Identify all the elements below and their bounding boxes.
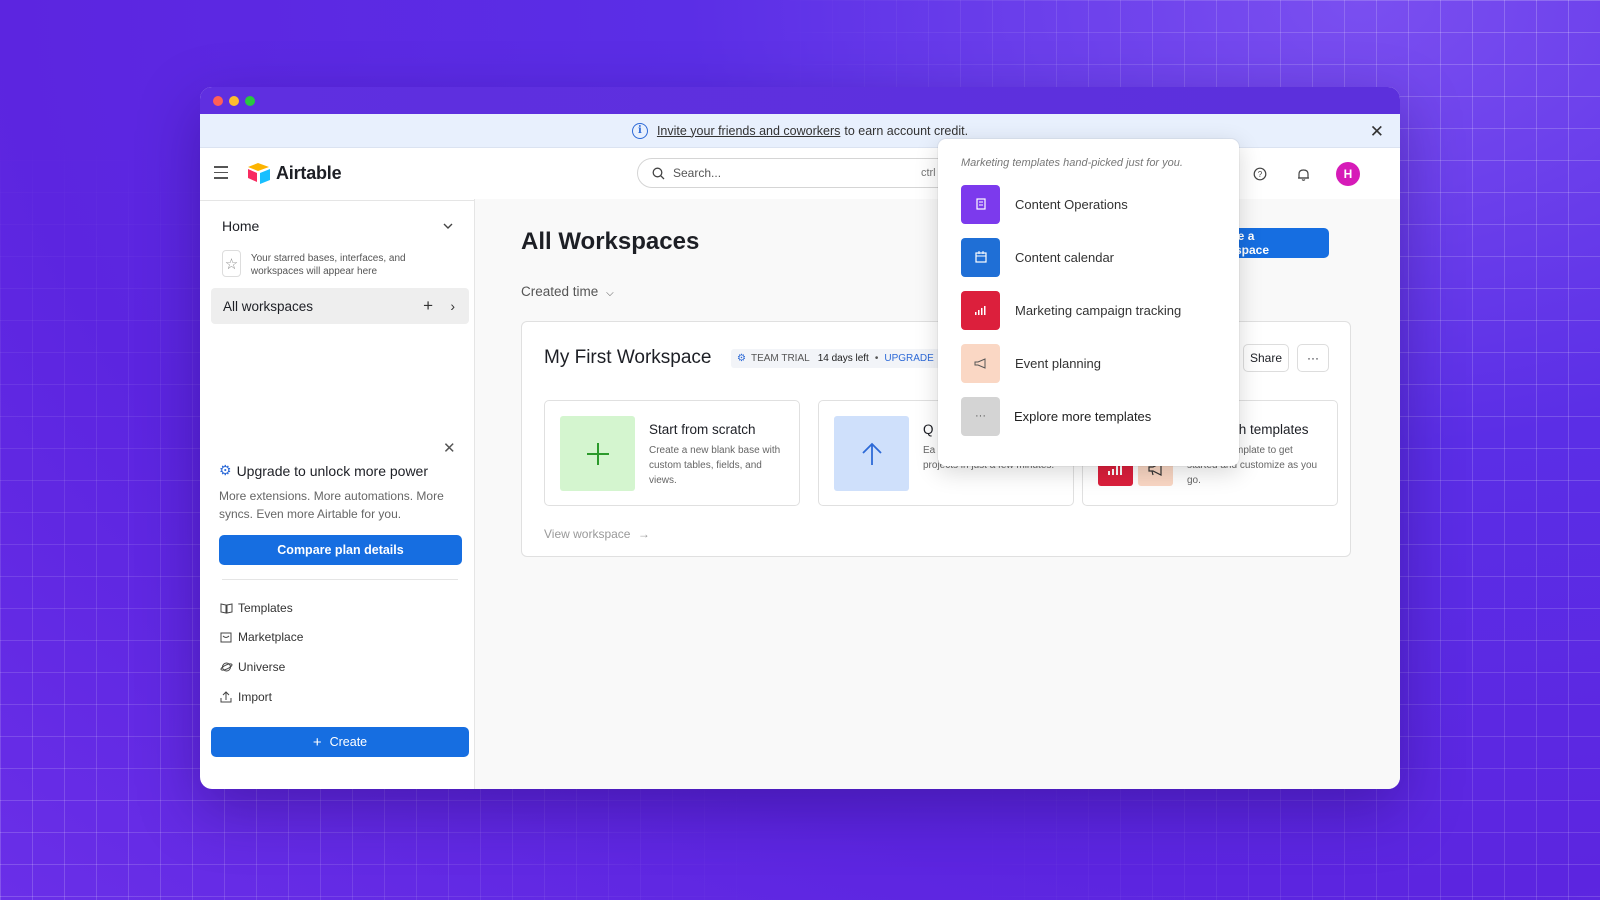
upgrade-title-text: Upgrade to unlock more power bbox=[236, 462, 428, 479]
document-icon bbox=[961, 184, 1000, 224]
sidebar-item-import[interactable]: Import bbox=[219, 690, 272, 704]
sidebar-item-label: Universe bbox=[238, 660, 286, 674]
sidebar-item-universe[interactable]: Universe bbox=[219, 660, 285, 674]
option-description-part: mplate to get bbox=[1235, 445, 1293, 456]
close-icon[interactable]: ✕ bbox=[443, 439, 456, 457]
template-item-marketing-campaign-tracking[interactable]: Marketing campaign tracking bbox=[961, 290, 1181, 330]
explore-more-templates[interactable]: ··· Explore more templates bbox=[961, 396, 1151, 436]
sort-label: Created time bbox=[521, 284, 599, 299]
search-icon bbox=[652, 167, 665, 179]
plan-name: TEAM TRIAL bbox=[750, 353, 810, 364]
start-from-scratch-card[interactable]: Start from scratch Create a new blank ba… bbox=[544, 400, 800, 506]
starred-note-text: Your starred bases, interfaces, and work… bbox=[250, 253, 406, 277]
marketplace-icon bbox=[219, 632, 233, 643]
add-workspace-icon[interactable]: + bbox=[423, 296, 433, 316]
sidebar-item-label: All workspaces bbox=[223, 298, 314, 314]
option-title: Q bbox=[923, 422, 934, 437]
plan-icon: ⚙ bbox=[737, 353, 746, 364]
template-item-label: Content calendar bbox=[1015, 249, 1115, 265]
maximize-window-button[interactable] bbox=[245, 96, 255, 106]
workspace-name[interactable]: My First Workspace bbox=[544, 347, 712, 369]
close-icon[interactable]: ✕ bbox=[1370, 122, 1384, 142]
option-title: Start from scratch bbox=[649, 422, 756, 437]
option-title: th templates bbox=[1235, 422, 1309, 437]
plan-badge: ⚙ TEAM TRIAL 14 days left • UPGRADE bbox=[731, 349, 940, 368]
help-icon[interactable]: ? bbox=[1249, 163, 1271, 185]
option-description: Create a new blank base with custom tabl… bbox=[649, 445, 781, 486]
calendar-icon bbox=[961, 237, 1000, 277]
sidebar-item-marketplace[interactable]: Marketplace bbox=[219, 630, 303, 644]
view-workspace-link[interactable]: View workspace → bbox=[544, 527, 650, 541]
banner-text: to earn account credit. bbox=[844, 123, 969, 138]
airtable-logo[interactable]: Airtable bbox=[247, 162, 342, 184]
trial-days-left: 14 days left bbox=[817, 353, 869, 364]
plus-icon: + bbox=[312, 733, 322, 751]
sidebar-item-templates[interactable]: Templates bbox=[219, 601, 293, 615]
book-icon bbox=[219, 602, 233, 614]
page-title: All Workspaces bbox=[521, 228, 700, 255]
template-item-label: Content Operations bbox=[1015, 196, 1128, 212]
share-button[interactable]: Share bbox=[1243, 344, 1289, 372]
bar-chart-icon bbox=[961, 290, 1000, 330]
sidebar-home[interactable]: Home bbox=[222, 218, 454, 234]
upload-icon bbox=[219, 691, 233, 703]
sidebar-item-label: Marketplace bbox=[238, 630, 304, 644]
svg-text:?: ? bbox=[1258, 170, 1263, 179]
template-item-content-calendar[interactable]: Content calendar bbox=[961, 237, 1114, 277]
view-workspace-label: View workspace bbox=[544, 527, 631, 541]
close-window-button[interactable] bbox=[213, 96, 223, 106]
search-placeholder: Search... bbox=[673, 166, 722, 180]
divider bbox=[222, 579, 458, 580]
option-description-part: Ea bbox=[923, 445, 936, 456]
create-button[interactable]: + Create bbox=[211, 727, 469, 757]
arrow-right-icon: → bbox=[637, 527, 650, 541]
template-item-label: Marketing campaign tracking bbox=[1015, 302, 1182, 318]
menu-icon[interactable] bbox=[214, 166, 228, 183]
plus-icon bbox=[560, 416, 635, 491]
megaphone-icon bbox=[961, 343, 1000, 383]
sidebar-item-all-workspaces[interactable]: All workspaces + › bbox=[211, 288, 469, 324]
sidebar-home-label: Home bbox=[222, 218, 260, 234]
minimize-window-button[interactable] bbox=[229, 96, 239, 106]
upgrade-title: ⚙ Upgrade to unlock more power bbox=[219, 462, 428, 479]
template-item-content-operations[interactable]: Content Operations bbox=[961, 184, 1128, 224]
arrow-up-icon bbox=[834, 416, 909, 491]
chevron-down-icon: ⌵ bbox=[606, 288, 614, 299]
sidebar-item-label: Templates bbox=[238, 601, 293, 615]
starred-empty-state: ☆ Your starred bases, interfaces, and wo… bbox=[222, 250, 442, 278]
airtable-logo-icon bbox=[248, 163, 270, 184]
globe-icon bbox=[219, 661, 233, 673]
template-item-label: Event planning bbox=[1015, 355, 1102, 371]
upgrade-link[interactable]: UPGRADE bbox=[884, 353, 933, 364]
template-item-event-planning[interactable]: Event planning bbox=[961, 343, 1101, 383]
sidebar-item-label: Import bbox=[238, 690, 273, 704]
upgrade-icon: ⚙ bbox=[219, 462, 232, 478]
window-titlebar bbox=[200, 87, 1400, 114]
info-icon: i bbox=[631, 122, 648, 139]
chevron-right-icon[interactable]: › bbox=[450, 298, 455, 314]
sidebar: Home ☆ Your starred bases, interfaces, a… bbox=[200, 199, 475, 789]
create-button-label: Create bbox=[329, 735, 368, 749]
popover-heading: Marketing templates hand-picked just for… bbox=[961, 157, 1183, 169]
sort-dropdown[interactable]: Created time ⌵ bbox=[521, 284, 614, 299]
more-options-button[interactable]: ··· bbox=[1297, 344, 1329, 372]
avatar[interactable]: H bbox=[1336, 162, 1360, 186]
invite-link[interactable]: Invite your friends and coworkers bbox=[657, 124, 840, 138]
chevron-down-icon bbox=[443, 223, 453, 229]
compare-plan-button[interactable]: Compare plan details bbox=[219, 535, 462, 565]
upgrade-description: More extensions. More automations. More … bbox=[219, 489, 444, 521]
search-input[interactable]: Search... ctrl K bbox=[637, 158, 957, 188]
template-item-label: Explore more templates bbox=[1014, 408, 1152, 424]
separator-dot: • bbox=[874, 353, 879, 364]
star-icon: ☆ bbox=[222, 250, 241, 277]
ellipsis-icon: ··· bbox=[961, 396, 1000, 436]
templates-popover: Marketing templates hand-picked just for… bbox=[938, 139, 1239, 466]
brand-name: Airtable bbox=[276, 162, 342, 183]
bell-icon[interactable] bbox=[1292, 163, 1314, 185]
